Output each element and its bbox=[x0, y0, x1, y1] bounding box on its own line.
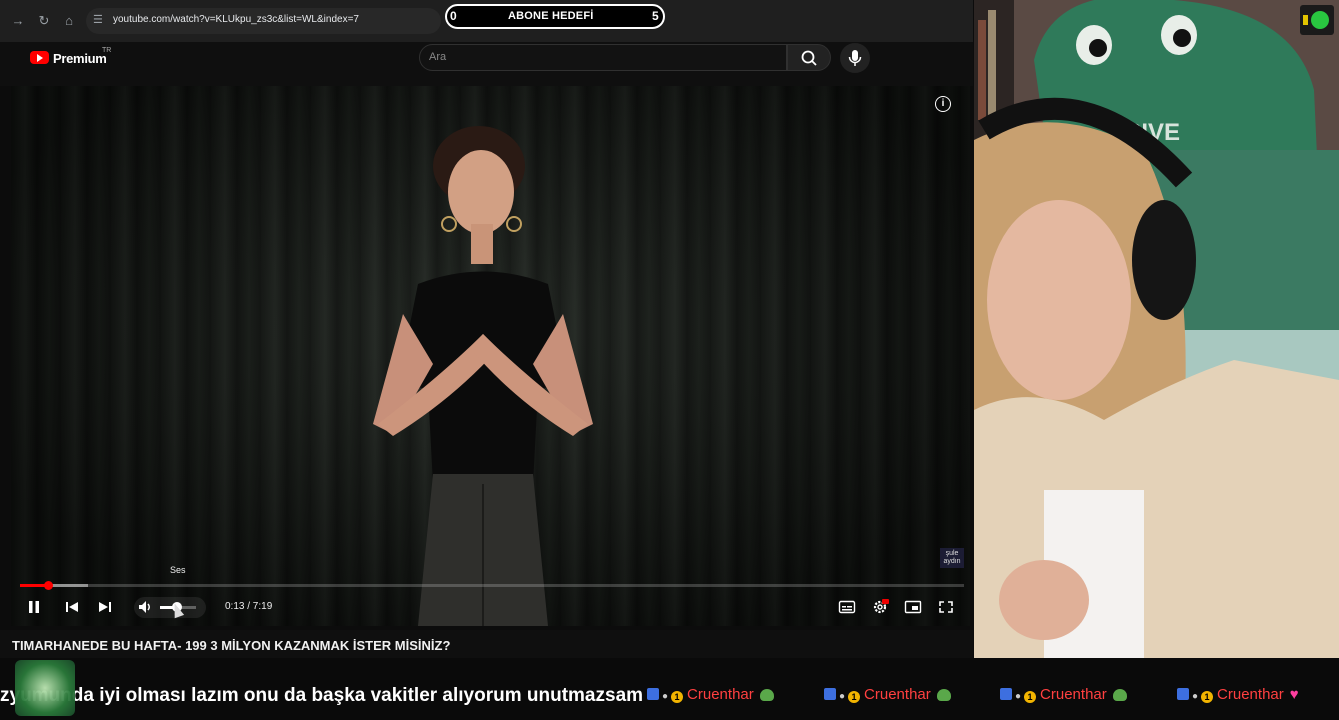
chat-username: Cruenthar bbox=[1040, 686, 1107, 703]
forward-icon[interactable]: → bbox=[8, 11, 28, 31]
goal-title: ABONE HEDEFİ bbox=[508, 10, 594, 22]
youtube-brand[interactable]: Premium bbox=[53, 51, 107, 66]
frog-emote-icon bbox=[1112, 689, 1127, 701]
home-icon[interactable]: ⌂ bbox=[59, 11, 79, 31]
ticker-emote-icon bbox=[15, 660, 75, 716]
mute-button[interactable] bbox=[137, 599, 155, 615]
miniplayer-button[interactable] bbox=[904, 599, 922, 615]
voice-search-button[interactable] bbox=[840, 43, 870, 73]
search-icon bbox=[801, 50, 817, 66]
reload-icon[interactable]: ↻ bbox=[34, 11, 54, 31]
region-code: TR bbox=[102, 47, 112, 54]
chat-username: Cruenthar bbox=[1217, 686, 1284, 703]
ticker-message: zyumunda iyi olması lazım onu da başka v… bbox=[0, 685, 644, 706]
fullscreen-button[interactable] bbox=[937, 599, 955, 615]
coin-icon: 1 bbox=[1201, 691, 1214, 703]
chat-tag: ● 1 Cruenthar bbox=[824, 686, 951, 706]
webcam-feed: RIVE bbox=[974, 0, 1339, 658]
info-icon[interactable]: i bbox=[935, 96, 951, 112]
search-button[interactable] bbox=[787, 44, 831, 71]
goal-current: 0 bbox=[450, 9, 457, 23]
badge-icon bbox=[647, 688, 659, 700]
presenter-figure bbox=[373, 126, 593, 626]
miniplayer-icon bbox=[904, 600, 922, 614]
search-input[interactable] bbox=[419, 44, 787, 71]
pause-icon bbox=[29, 601, 39, 613]
search-placeholder: Ara bbox=[429, 51, 447, 63]
play-triangle-icon bbox=[37, 54, 43, 62]
goal-target: 5 bbox=[652, 9, 659, 23]
url-text[interactable]: youtube.com/watch?v=KLUkpu_zs3c&list=WL&… bbox=[113, 14, 359, 25]
subtitles-icon bbox=[838, 600, 856, 614]
chat-username: Cruenthar bbox=[687, 686, 754, 703]
gear-icon bbox=[873, 599, 889, 614]
volume-icon bbox=[139, 601, 150, 613]
badge-icon bbox=[824, 688, 836, 700]
badge-icon bbox=[1000, 688, 1012, 700]
channel-watermark[interactable]: şule aydın bbox=[940, 548, 964, 568]
microphone-icon bbox=[848, 50, 862, 66]
coin-icon: 1 bbox=[671, 691, 684, 703]
coin-icon: 1 bbox=[848, 691, 861, 703]
settings-button[interactable] bbox=[871, 599, 889, 615]
subtitles-button[interactable] bbox=[838, 599, 856, 615]
progress-bar[interactable] bbox=[20, 584, 964, 587]
progress-scrubber[interactable] bbox=[44, 581, 53, 590]
site-settings-icon[interactable]: ☰ bbox=[93, 13, 105, 27]
video-player[interactable] bbox=[11, 86, 970, 626]
time-display: 0:13 / 7:19 bbox=[225, 601, 273, 612]
frog-emote-icon bbox=[936, 689, 951, 701]
chat-username: Cruenthar bbox=[864, 686, 931, 703]
next-icon bbox=[99, 602, 111, 612]
chat-tag: ● 1 Cruenthar bbox=[647, 686, 774, 706]
next-button[interactable] bbox=[96, 599, 114, 615]
streamer-camera-image: RIVE bbox=[974, 0, 1339, 658]
frog-emote-icon bbox=[759, 689, 774, 701]
heart-emote-icon: ♥ bbox=[1289, 686, 1299, 703]
video-title[interactable]: TIMARHANEDE BU HAFTA- 199 3 MİLYON KAZAN… bbox=[12, 638, 450, 653]
chat-tag: ● 1 Cruenthar bbox=[1000, 686, 1127, 706]
fullscreen-icon bbox=[939, 601, 953, 613]
badge-icon bbox=[1177, 688, 1189, 700]
coin-icon: 1 bbox=[1024, 691, 1037, 703]
previous-icon bbox=[66, 602, 78, 612]
pause-button[interactable] bbox=[25, 599, 43, 615]
volume-tooltip: Ses bbox=[170, 565, 186, 575]
chat-tag: ● 1 Cruenthar ♥ bbox=[1177, 686, 1299, 706]
app-badge-icon bbox=[1300, 5, 1334, 35]
previous-button[interactable] bbox=[63, 599, 81, 615]
